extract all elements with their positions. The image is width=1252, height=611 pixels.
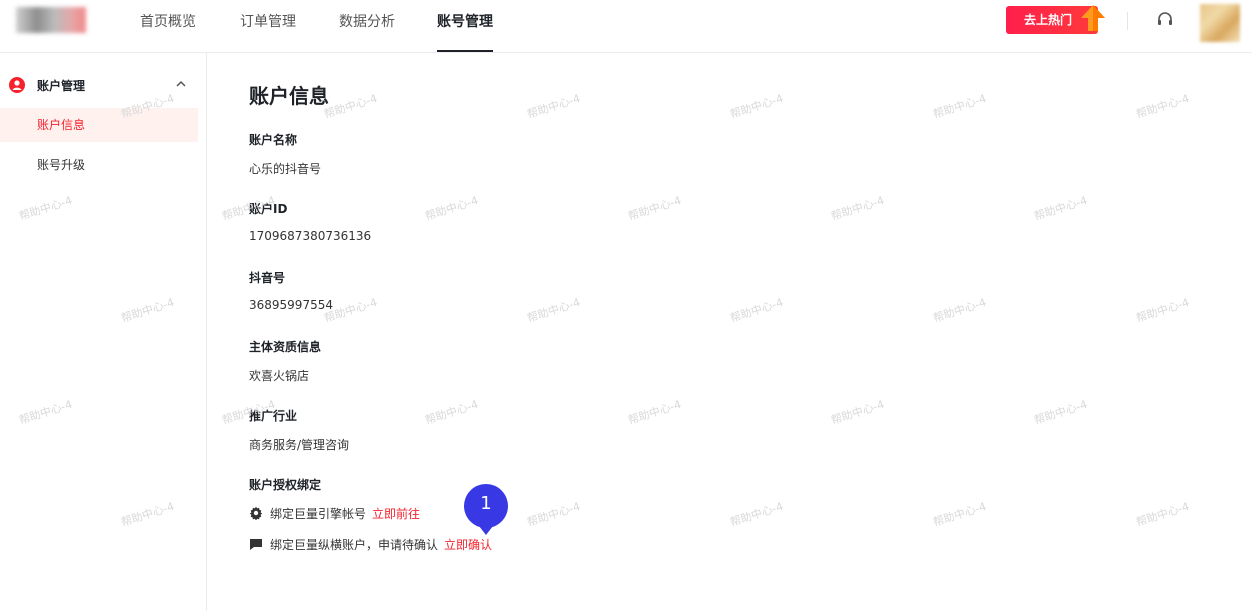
watermark: 帮助中心-4 [322, 91, 379, 122]
top-navigation-bar: 首页概览 订单管理 数据分析 账号管理 去上热门 [0, 0, 1252, 53]
field-value-industry: 商务服务/管理咨询 [249, 438, 350, 452]
flag-icon [250, 539, 262, 550]
field-label-account-id: 账户ID [249, 202, 288, 216]
field-value-account-name: 心乐的抖音号 [249, 162, 322, 176]
watermark: 帮助中心-4 [931, 295, 988, 326]
nav-tab-overview[interactable]: 首页概览 [140, 0, 196, 52]
binding-row-text: 绑定巨量纵横账户，申请待确认 [270, 538, 439, 552]
user-circle-icon [9, 77, 25, 93]
go-now-link[interactable]: 立即前往 [372, 507, 420, 521]
field-value-account-id: 1709687380736136 [249, 229, 372, 243]
nav-tab-orders[interactable]: 订单管理 [240, 0, 296, 52]
binding-row-zongheng: 绑定巨量纵横账户，申请待确认 立即确认 [249, 536, 492, 554]
step-marker-badge: 1 [464, 484, 508, 535]
user-avatar[interactable] [1200, 4, 1240, 42]
page-title: 账户信息 [249, 84, 329, 108]
watermark: 帮助中心-4 [829, 397, 886, 428]
sidebar-group-account-management[interactable]: 账户管理 [0, 69, 206, 99]
header-divider [1127, 12, 1128, 30]
nav-tab-account-management[interactable]: 账号管理 [437, 0, 493, 52]
sidebar-group-label: 账户管理 [37, 79, 86, 93]
sidebar-item-account-info[interactable]: 账户信息 [0, 108, 198, 142]
headset-icon[interactable] [1155, 10, 1175, 30]
field-label-account-name: 账户名称 [249, 133, 298, 147]
watermark: 帮助中心-4 [1134, 91, 1191, 122]
watermark: 帮助中心-4 [423, 193, 480, 224]
gear-icon [249, 506, 263, 520]
watermark: 帮助中心-4 [423, 397, 480, 428]
watermark: 帮助中心-4 [1032, 193, 1089, 224]
watermark: 帮助中心-4 [728, 91, 785, 122]
watermark: 帮助中心-4 [931, 91, 988, 122]
binding-row-ocean-engine: 绑定巨量引擎帐号 立即前往 [249, 505, 420, 523]
field-value-douyin-id: 36895997554 [249, 298, 333, 312]
field-label-douyin-id: 抖音号 [249, 271, 286, 285]
watermark: 帮助中心-4 [525, 295, 582, 326]
binding-row-text: 绑定巨量引擎帐号 [270, 507, 367, 521]
field-label-industry: 推广行业 [249, 409, 298, 423]
watermark: 帮助中心-4 [525, 91, 582, 122]
watermark: 帮助中心-4 [728, 295, 785, 326]
field-value-entity-qualification: 欢喜火锅店 [249, 369, 310, 383]
nav-tab-analytics[interactable]: 数据分析 [339, 0, 395, 52]
watermark: 帮助中心-4 [1134, 295, 1191, 326]
field-label-account-binding: 账户授权绑定 [249, 478, 322, 492]
sidebar-item-account-upgrade[interactable]: 账号升级 [0, 148, 198, 182]
watermark: 帮助中心-4 [1032, 397, 1089, 428]
watermark: 帮助中心-4 [1134, 499, 1191, 530]
arrow-up-icon [1081, 5, 1105, 31]
watermark: 帮助中心-4 [829, 193, 886, 224]
watermark: 帮助中心-4 [728, 499, 785, 530]
watermark: 帮助中心-4 [626, 397, 683, 428]
confirm-now-link[interactable]: 立即确认 [444, 538, 492, 552]
chevron-up-icon[interactable] [175, 79, 187, 89]
sidebar: 账户管理 账户信息 账号升级 [0, 53, 207, 611]
watermark: 帮助中心-4 [525, 499, 582, 530]
watermark: 帮助中心-4 [931, 499, 988, 530]
watermark: 帮助中心-4 [626, 193, 683, 224]
brand-logo[interactable] [16, 7, 86, 33]
field-label-entity-qualification: 主体资质信息 [249, 340, 322, 354]
